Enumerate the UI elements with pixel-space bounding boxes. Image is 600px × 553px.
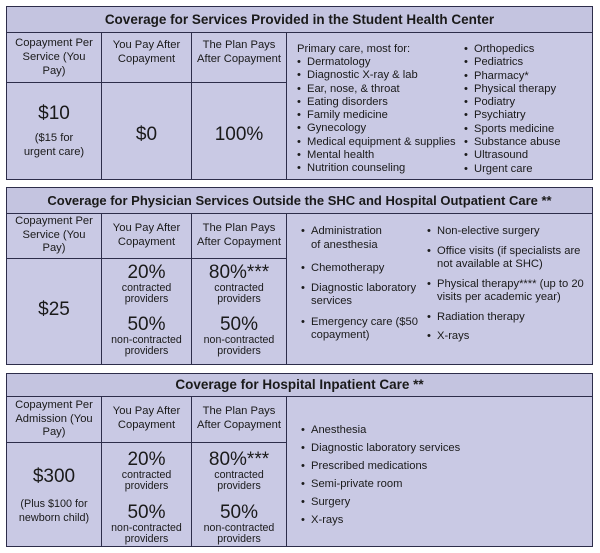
outpatient-you-pay-header: You Pay After Copayment (112, 222, 181, 248)
outpatient-services-list-left: Administration of anesthesia Chemotherap… (301, 225, 431, 343)
outpatient-plan-contracted: 80%*** (208, 262, 270, 283)
inpatient-plan-contracted-label: contracted providers (214, 469, 264, 492)
outpatient-you-pay-contracted-label: contracted providers (121, 282, 172, 305)
shc-plan-pays-header: The Plan Pays After Copayment (197, 39, 281, 65)
list-item: Prescribed medications (301, 457, 561, 475)
outpatient-you-pay-noncontracted-label: non-contracted providers (111, 334, 182, 357)
list-item: Orthopedics (464, 43, 560, 57)
list-item: Dermatology (297, 56, 456, 70)
list-item: X-rays (427, 330, 587, 344)
outpatient-copay-column: Copayment Per Service (You Pay) $25 (7, 213, 102, 364)
outpatient-plan-contracted-label: contracted providers (214, 282, 264, 305)
list-item: Diagnostic X-ray & lab (297, 69, 456, 83)
outpatient-coverage-table: Coverage for Physician Services Outside … (6, 187, 593, 365)
outpatient-title: Coverage for Physician Services Outside … (7, 188, 592, 214)
list-item: Diagnostic laboratory services (301, 282, 431, 309)
inpatient-services-list: Anesthesia Diagnostic laboratory service… (301, 421, 561, 529)
list-item: Sports medicine (464, 123, 560, 137)
shc-services-list-left: Dermatology Diagnostic X-ray & lab Ear, … (297, 56, 456, 176)
outpatient-copay-header: Copayment Per Service (You Pay) (15, 215, 93, 254)
shc-services-list-right: Orthopedics Pediatrics Pharmacy* Physica… (464, 43, 560, 176)
list-item: Diagnostic laboratory services (301, 439, 561, 457)
list-item: Anesthesia (301, 421, 561, 439)
shc-you-pay-value: $0 (135, 124, 158, 145)
inpatient-you-pay-noncontracted-label: non-contracted providers (111, 522, 182, 545)
list-item: Nutrition counseling (297, 162, 456, 176)
list-item: Mental health (297, 149, 456, 163)
inpatient-services-column: Anesthesia Diagnostic laboratory service… (287, 396, 592, 546)
inpatient-plan-noncontracted: 50% (219, 502, 259, 523)
inpatient-plan-pays-header: The Plan Pays After Copayment (197, 405, 281, 431)
list-item: Family medicine (297, 109, 456, 123)
outpatient-plan-noncontracted-label: non-contracted providers (203, 334, 275, 357)
list-item: X-rays (301, 511, 561, 529)
outpatient-plan-pays-column: The Plan Pays After Copayment 80%*** con… (192, 213, 287, 364)
outpatient-you-pay-column: You Pay After Copayment 20% contracted p… (102, 213, 192, 364)
list-item: Podiatry (464, 96, 560, 110)
inpatient-plan-contracted: 80%*** (208, 449, 270, 470)
list-item: Ear, nose, & throat (297, 83, 456, 97)
shc-plan-pays-column: The Plan Pays After Copayment 100% (192, 32, 287, 179)
list-item: Semi-private room (301, 475, 561, 493)
inpatient-you-pay-noncontracted: 50% (127, 502, 166, 523)
inpatient-you-pay-contracted-label: contracted providers (121, 469, 172, 492)
outpatient-you-pay-noncontracted: 50% (127, 314, 166, 335)
list-item: Pediatrics (464, 56, 560, 70)
list-item: Psychiatry (464, 109, 560, 123)
list-item: Gynecology (297, 122, 456, 136)
outpatient-services-list-right: Non-elective surgery Office visits (if s… (427, 225, 587, 344)
shc-title: Coverage for Services Provided in the St… (7, 7, 592, 33)
inpatient-title: Coverage for Hospital Inpatient Care ** (7, 374, 592, 397)
inpatient-copay-value: $300 (32, 466, 76, 487)
shc-copay-header: Copayment Per Service (You Pay) (15, 37, 93, 77)
list-item: Pharmacy* (464, 70, 560, 84)
shc-you-pay-header: You Pay After Copayment (112, 39, 181, 65)
inpatient-copay-column: Copayment Per Admission (You Pay) $300 (… (7, 396, 102, 546)
shc-list-intro: Primary care, most for: (297, 43, 411, 55)
shc-services-column: Primary care, most for: Dermatology Diag… (287, 32, 592, 179)
inpatient-you-pay-column: You Pay After Copayment 20% contracted p… (102, 396, 192, 546)
outpatient-you-pay-contracted: 20% (127, 262, 166, 283)
list-item: Administration of anesthesia (301, 225, 391, 252)
inpatient-coverage-table: Coverage for Hospital Inpatient Care ** … (6, 373, 593, 547)
list-item: Ultrasound (464, 149, 560, 163)
shc-copay-value: $10 (38, 103, 70, 124)
outpatient-copay-value: $25 (38, 299, 70, 320)
list-item: Eating disorders (297, 96, 456, 110)
inpatient-you-pay-contracted: 20% (127, 449, 166, 470)
shc-plan-pays-value: 100% (214, 124, 264, 145)
inpatient-copay-header: Copayment Per Admission (You Pay) (15, 399, 93, 438)
list-item: Physical therapy (464, 83, 560, 97)
list-item: Medical equipment & supplies (297, 136, 456, 150)
list-item: Emergency care ($50 copayment) (301, 316, 421, 343)
inpatient-plan-pays-column: The Plan Pays After Copayment 80%*** con… (192, 396, 287, 546)
list-item: Substance abuse (464, 136, 560, 150)
outpatient-plan-pays-header: The Plan Pays After Copayment (197, 222, 281, 248)
list-item: Surgery (301, 493, 561, 511)
outpatient-services-column: Administration of anesthesia Chemotherap… (287, 213, 592, 364)
inpatient-copay-note: (Plus $100 for newborn child) (18, 498, 90, 524)
inpatient-you-pay-header: You Pay After Copayment (112, 405, 181, 431)
inpatient-plan-noncontracted-label: non-contracted providers (203, 522, 275, 545)
shc-coverage-table: Coverage for Services Provided in the St… (6, 6, 593, 180)
list-item: Urgent care (464, 163, 560, 177)
shc-copay-column: Copayment Per Service (You Pay) $10 ($15… (7, 32, 102, 179)
shc-copay-note: ($15 for urgent care) (23, 132, 85, 158)
list-item: Radiation therapy (427, 311, 587, 325)
list-item: Office visits (if specialists are not av… (427, 245, 587, 272)
shc-you-pay-column: You Pay After Copayment $0 (102, 32, 192, 179)
list-item: Chemotherapy (301, 262, 431, 276)
list-item: Physical therapy**** (up to 20 visits pe… (427, 278, 587, 305)
outpatient-plan-noncontracted: 50% (219, 314, 259, 335)
list-item: Non-elective surgery (427, 225, 587, 239)
